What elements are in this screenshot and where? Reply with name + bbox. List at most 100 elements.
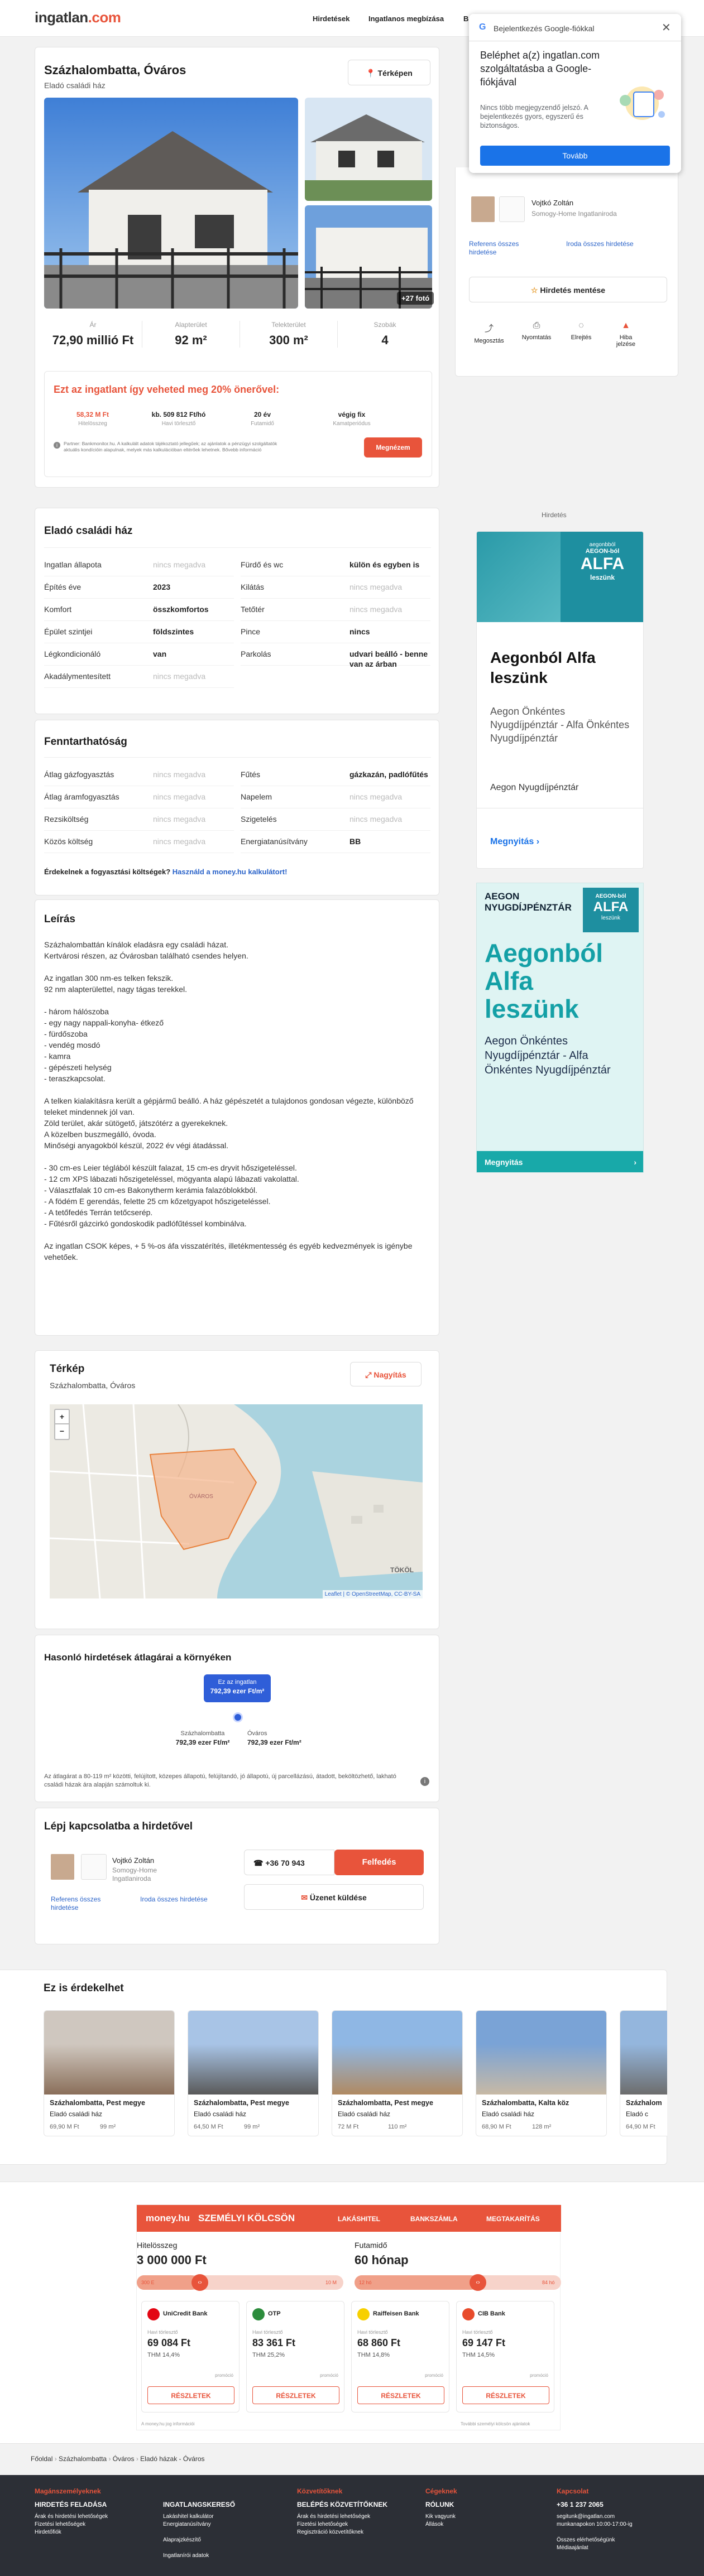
nav-ingatlanos[interactable]: Ingatlanos megbízása: [368, 15, 444, 23]
breadcrumb-home[interactable]: Főoldal: [31, 2455, 52, 2463]
breadcrumb-city[interactable]: Százhalombatta: [59, 2455, 107, 2463]
recommendation-card[interactable]: Százhalom Eladó c 64,90 M Ft: [620, 2010, 667, 2136]
logo[interactable]: ingatlan.com: [35, 9, 121, 26]
footer-link[interactable]: BELÉPÉS KÖZVETÍTŐKNEK: [297, 2501, 420, 2508]
map-attribution[interactable]: Leaflet | © OpenStreetMap, CC-BY-SA: [322, 1590, 423, 1598]
map-canvas[interactable]: ÓVÁROS TÖKÖL + − Leaflet | © OpenStreetM…: [50, 1404, 423, 1598]
bank-offer-card[interactable]: Raiffeisen Bank Havi törlesztő 68 860 Ft TH…: [351, 2301, 449, 2413]
money-foot-left[interactable]: A money.hu jog információi: [141, 2421, 194, 2426]
detail-key: Építés éve: [44, 582, 82, 591]
recommendation-card[interactable]: Százhalombatta, Kalta köz Eladó családi h…: [476, 2010, 607, 2136]
footer-link[interactable]: Összes elérhetőségünk: [557, 2536, 679, 2544]
ad-banner-1[interactable]: aegonbból AEGON-ból ALFA leszünk Aegonbó…: [476, 531, 644, 869]
money-tab-2[interactable]: BANKSZÁMLA: [410, 2215, 458, 2223]
money-tab-1[interactable]: LAKÁSHITEL: [338, 2215, 380, 2223]
money-calculator-link[interactable]: Használd a money.hu kalkulátort!: [173, 868, 288, 876]
office-all-listings-link[interactable]: Iroda összes hirdetése: [566, 240, 634, 248]
agent-all-listings-link[interactable]: Referens összes hirdetése: [469, 240, 530, 257]
footer-link[interactable]: Energiatanúsítvány: [163, 2521, 286, 2529]
footer-link[interactable]: Árak és hirdetési lehetőségek: [35, 2513, 157, 2521]
contact-agent-listings-link[interactable]: Referens összes hirdetése: [51, 1895, 107, 1912]
breadcrumb-district[interactable]: Óváros: [113, 2455, 135, 2463]
phone-field[interactable]: ☎ +36 70 943: [244, 1850, 334, 1875]
footer-link[interactable]: +36 1 237 2065: [557, 2501, 679, 2508]
bank-details-button[interactable]: RÉSZLETEK: [462, 2386, 549, 2404]
stat-area: Alapterület 92 m²: [142, 321, 240, 348]
map-zoom-button[interactable]: ⤢ Nagyítás: [350, 1362, 422, 1386]
sustainability-value: gázkazán, padlófűtés: [349, 770, 428, 779]
map-zoom-label: Nagyítás: [373, 1370, 406, 1379]
breadcrumb: Főoldal › Százhalombatta › Óváros › Elad…: [31, 2455, 205, 2463]
bank-details-button[interactable]: RÉSZLETEK: [252, 2386, 339, 2404]
term-slider-handle[interactable]: ‹›: [470, 2274, 486, 2291]
reveal-phone-button[interactable]: Felfedés: [334, 1850, 424, 1875]
bank-details-button[interactable]: RÉSZLETEK: [357, 2386, 444, 2404]
footer-link[interactable]: Árak és hirdetési lehetőségek: [297, 2513, 420, 2521]
google-g-icon: G: [479, 22, 486, 32]
amount-slider-handle[interactable]: ‹›: [191, 2274, 208, 2291]
zoom-in-button[interactable]: +: [54, 1409, 70, 1424]
breadcrumb-current[interactable]: Eladó házak - Óváros: [140, 2455, 204, 2463]
send-message-button[interactable]: ✉ Üzenet küldése: [244, 1884, 424, 1910]
footer-link[interactable]: Regisztráció közvetítőknek: [297, 2529, 420, 2536]
footer-heading: [163, 2487, 286, 2501]
photo-count-badge[interactable]: +27 fotó: [397, 292, 434, 305]
ad1-cta[interactable]: Megnyitás ›: [490, 837, 539, 847]
footer-link[interactable]: munkanapokon 10:00-17:00-ig: [557, 2521, 679, 2529]
footer-link[interactable]: Lakáshitel kalkulátor: [163, 2513, 286, 2521]
bank-rate-label: Havi törlesztő: [357, 2329, 388, 2335]
action-share[interactable]: ⤴ Megosztás: [472, 321, 506, 344]
footer-link[interactable]: Állások: [425, 2521, 548, 2529]
bank-offer-card[interactable]: UniCredit Bank Havi törlesztő 69 084 Ft THM…: [141, 2301, 240, 2413]
footer-link[interactable]: HIRDETÉS FELADÁSA: [35, 2501, 157, 2508]
recommendation-photo: [332, 2011, 462, 2094]
detail-row: Parkolás udvari beálló - benne van az árb…: [241, 643, 430, 668]
description-line: Az ingatlan CSOK képes, + 5 %-os áfa vis…: [44, 1241, 413, 1261]
zoom-out-button[interactable]: −: [54, 1424, 70, 1440]
footer-link[interactable]: RÓLUNK: [425, 2501, 548, 2508]
recommendation-card[interactable]: Százhalombatta, Pest megye Eladó családi …: [332, 2010, 463, 2136]
sustainability-row: Szigetelés nincs megadva: [241, 808, 430, 831]
action-print[interactable]: ⎙ Nyomtatás: [517, 321, 556, 341]
footer-link[interactable]: [163, 2529, 286, 2536]
ad1-big: ALFA: [580, 555, 625, 573]
ad2-cta-bar[interactable]: Megnyitás ›: [477, 1151, 643, 1172]
contact-agent-name[interactable]: Vojtkó Zoltán: [112, 1856, 154, 1865]
google-continue-button[interactable]: Tovább: [480, 146, 670, 166]
bank-offer-card[interactable]: CIB Bank Havi törlesztő 69 147 Ft THM 14,5%…: [456, 2301, 554, 2413]
ad-banner-2[interactable]: AEGON NYUGDÍJPÉNZTÁR AEGON-ból ALFA lesz…: [476, 883, 644, 1173]
footer-link[interactable]: [557, 2529, 679, 2536]
close-icon[interactable]: ✕: [662, 21, 671, 35]
thumbnail-photo-1[interactable]: [305, 98, 432, 201]
action-report[interactable]: ▲ Hiba jelzése: [609, 321, 643, 348]
footer-link[interactable]: Médiaajánlat: [557, 2544, 679, 2552]
footer-link[interactable]: Hirdetőfiók: [35, 2529, 157, 2536]
map-button[interactable]: 📍 Térképen: [348, 60, 430, 85]
recommendation-card[interactable]: Százhalombatta, Pest megye Eladó családi …: [188, 2010, 319, 2136]
action-hide[interactable]: ◌ Elrejtés: [564, 321, 598, 341]
money-tab-3[interactable]: MEGTAKARÍTÁS: [486, 2215, 540, 2223]
money-foot-right[interactable]: További személyi kölcsön ajánlatok: [461, 2421, 530, 2426]
save-listing-button[interactable]: ☆ Hirdetés mentése: [469, 277, 667, 302]
agent-name[interactable]: Vojtkó Zoltán: [531, 199, 573, 207]
description-text: Százhalombattán kínálok eladásra egy csa…: [44, 939, 429, 1263]
footer-link[interactable]: segitunk@ingatlan.com: [557, 2513, 679, 2521]
financing-view-button[interactable]: Megnézem: [364, 437, 422, 458]
main-photo[interactable]: [44, 98, 298, 309]
footer-link[interactable]: Alaprajzkészítő: [163, 2536, 286, 2544]
contact-office-listings-link[interactable]: Iroda összes hirdetése: [140, 1895, 208, 1903]
recommendation-card[interactable]: Százhalombatta, Pest megye Eladó családi …: [44, 2010, 175, 2136]
footer-link[interactable]: Fizetési lehetőségek: [297, 2521, 420, 2529]
info-icon[interactable]: i: [420, 1777, 429, 1786]
footer-link[interactable]: Kik vagyunk: [425, 2513, 548, 2521]
footer-link[interactable]: Fizetési lehetőségek: [35, 2521, 157, 2529]
footer-link[interactable]: INGATLANGSKERESŐ: [163, 2501, 286, 2508]
bank-offer-card[interactable]: OTP Havi törlesztő 83 361 Ft THM 25,2% promó…: [246, 2301, 344, 2413]
nav-hirdetesek[interactable]: Hirdetések: [313, 15, 349, 23]
agent-office: Somogy-Home Ingatlaniroda: [531, 210, 617, 218]
footer-link[interactable]: Ingatlanírói adatok: [163, 2552, 286, 2560]
bank-details-button[interactable]: RÉSZLETEK: [147, 2386, 234, 2404]
ad-label: Hirdetés: [542, 511, 567, 519]
ad1-sub: Aegon Önkéntes Nyugdíjpénztár - Alfa Önk…: [490, 706, 630, 744]
footer-link[interactable]: [163, 2544, 286, 2552]
